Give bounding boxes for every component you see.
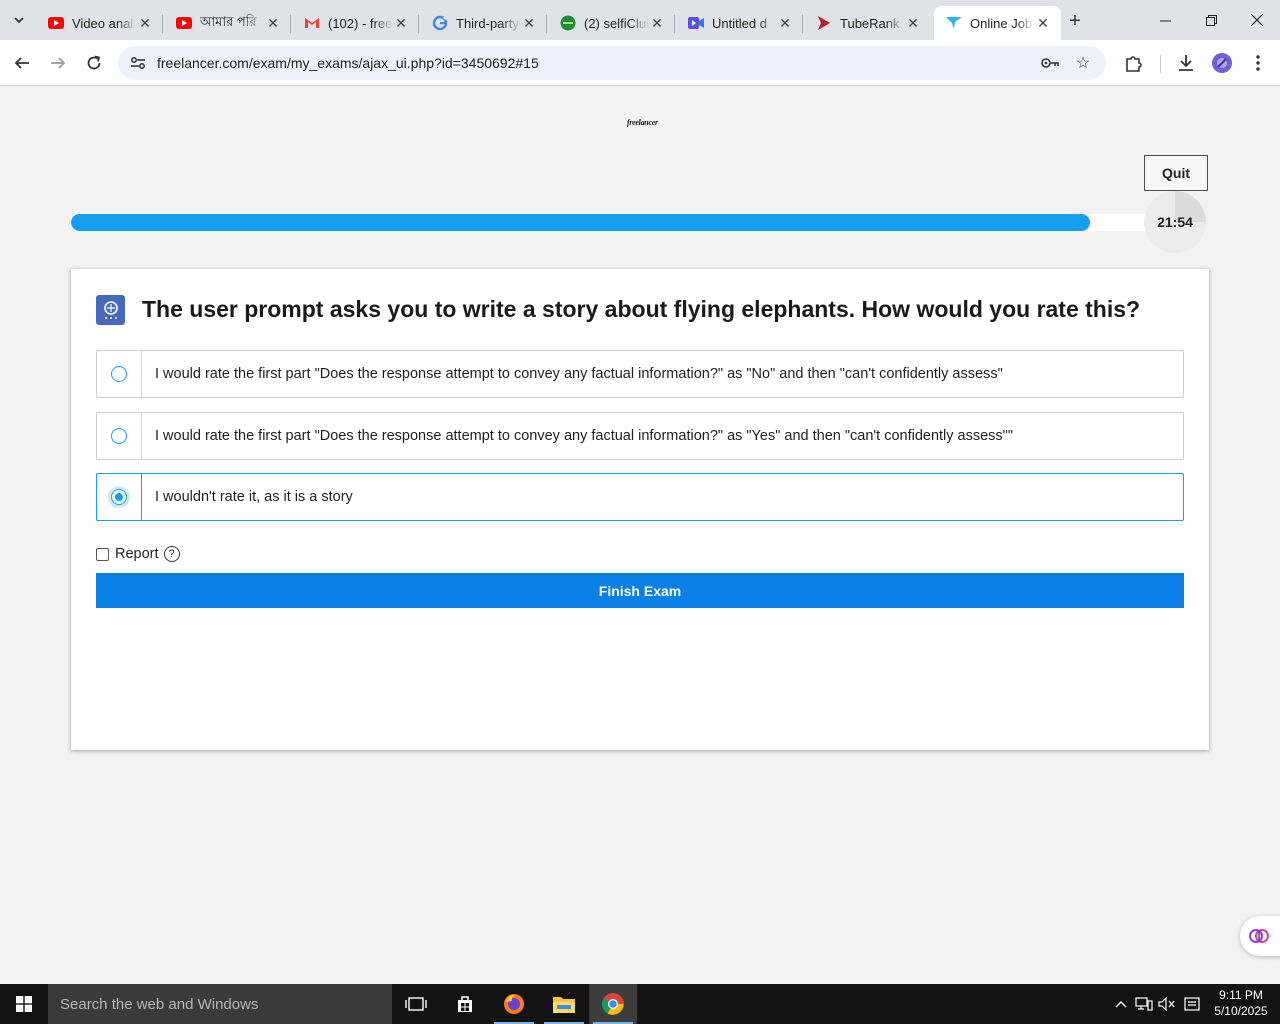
- selficlub-icon: [560, 15, 576, 31]
- floating-brain-widget-icon[interactable]: [1240, 916, 1280, 956]
- youtube-icon: [176, 15, 192, 31]
- windows-taskbar: Search the web and Windows 9:11 PM 5/10/…: [0, 984, 1280, 1024]
- tab-close-icon[interactable]: ✕: [521, 15, 537, 31]
- radio-button-selected[interactable]: [111, 489, 127, 505]
- gmail-icon: [304, 15, 320, 31]
- tab-gmail[interactable]: (102) - free ✕: [292, 6, 419, 40]
- tab-online-job[interactable]: Online Job ✕: [934, 6, 1061, 40]
- browser-tab-bar: Video anal ✕ আমার পরি ✕ (102) - free ✕ T…: [0, 0, 1280, 40]
- tab-title: Third-party: [456, 15, 519, 31]
- tab-close-icon[interactable]: ✕: [393, 15, 409, 31]
- taskbar-clock[interactable]: 9:11 PM 5/10/2025: [1205, 987, 1277, 1019]
- tab-title: (2) selfiClub: [584, 15, 649, 31]
- google-icon: [432, 15, 448, 31]
- url-text[interactable]: freelancer.com/exam/my_exams/ajax_ui.php…: [157, 55, 539, 71]
- quit-button[interactable]: Quit: [1144, 155, 1208, 191]
- password-key-icon[interactable]: [1040, 53, 1060, 73]
- file-explorer-icon[interactable]: [540, 984, 588, 1024]
- tab-third-party[interactable]: Third-party ✕: [420, 6, 547, 40]
- download-icon[interactable]: [1174, 51, 1198, 75]
- question-card: The user prompt asks you to write a stor…: [71, 269, 1209, 750]
- tab-title: Untitled d: [712, 15, 767, 31]
- action-center-icon[interactable]: [1181, 984, 1203, 1024]
- forward-arrow-icon[interactable]: [44, 49, 72, 77]
- tab-selficlub[interactable]: (2) selfiClub ✕: [548, 6, 675, 40]
- question-type-icon: [96, 295, 125, 325]
- answer-option-3[interactable]: I wouldn't rate it, as it is a story: [96, 473, 1184, 521]
- help-question-icon[interactable]: ?: [163, 546, 180, 562]
- answer-option-text[interactable]: I would rate the first part "Does the re…: [142, 366, 1003, 382]
- taskbar-search-box[interactable]: Search the web and Windows: [48, 984, 392, 1024]
- tab-title: Online Job: [970, 15, 1033, 31]
- minimize-icon[interactable]: [1142, 6, 1188, 34]
- exam-progress-fill: [71, 214, 1091, 231]
- back-arrow-icon[interactable]: [8, 49, 36, 77]
- freelancer-icon: [946, 15, 962, 31]
- volume-muted-icon[interactable]: [1156, 984, 1178, 1024]
- windows-start-icon[interactable]: [0, 984, 48, 1024]
- chrome-icon[interactable]: [589, 984, 637, 1024]
- extensions-puzzle-icon[interactable]: [1122, 51, 1146, 75]
- tuberank-icon: [816, 15, 832, 31]
- tab-bengali-page[interactable]: আমার পরি ✕: [164, 6, 291, 40]
- menu-kebab-icon[interactable]: [1246, 51, 1270, 75]
- countdown-timer: 21:54: [1144, 191, 1206, 253]
- tab-video-analysis[interactable]: Video anal ✕: [36, 6, 163, 40]
- answer-option-1[interactable]: I would rate the first part "Does the re…: [96, 350, 1184, 398]
- timer-text: 21:54: [1157, 214, 1193, 230]
- tab-tuberank[interactable]: TubeRank ✕: [804, 6, 931, 40]
- tab-search-chevron-icon[interactable]: [6, 8, 32, 32]
- reload-icon[interactable]: [80, 49, 108, 77]
- report-label[interactable]: Report: [115, 546, 159, 562]
- firefox-icon[interactable]: [490, 984, 538, 1024]
- tab-close-icon[interactable]: ✕: [137, 15, 153, 31]
- radio-button[interactable]: [111, 428, 127, 444]
- bookmark-star-icon[interactable]: ☆: [1073, 53, 1093, 73]
- site-settings-icon[interactable]: [128, 53, 148, 73]
- video-icon: [688, 15, 704, 31]
- answer-option-text[interactable]: I wouldn't rate it, as it is a story: [142, 489, 353, 505]
- freelancer-logo[interactable]: freelancer: [627, 118, 658, 127]
- tab-title: আমার পরি: [200, 13, 257, 29]
- tab-close-icon[interactable]: ✕: [649, 15, 665, 31]
- address-bar[interactable]: freelancer.com/exam/my_exams/ajax_ui.php…: [118, 46, 1106, 80]
- tab-close-icon[interactable]: ✕: [777, 15, 793, 31]
- report-row: Report ?: [96, 546, 180, 562]
- tab-title: TubeRank: [840, 15, 900, 31]
- browser-toolbar: freelancer.com/exam/my_exams/ajax_ui.php…: [0, 40, 1280, 86]
- answer-option-2[interactable]: I would rate the first part "Does the re…: [96, 412, 1184, 460]
- task-view-icon[interactable]: [392, 984, 440, 1024]
- tab-title: (102) - free: [328, 15, 393, 31]
- restore-icon[interactable]: [1188, 6, 1234, 34]
- tab-close-icon[interactable]: ✕: [905, 15, 921, 31]
- tab-close-icon[interactable]: ✕: [265, 15, 281, 31]
- radio-cell[interactable]: [97, 413, 142, 459]
- tab-untitled[interactable]: Untitled d ✕: [676, 6, 803, 40]
- tray-chevron-up-icon[interactable]: [1110, 984, 1132, 1024]
- store-icon[interactable]: [441, 984, 489, 1024]
- network-icon[interactable]: [1133, 984, 1155, 1024]
- report-checkbox[interactable]: [96, 547, 109, 561]
- close-window-icon[interactable]: [1234, 6, 1280, 34]
- exam-progress-bar: [71, 214, 1161, 231]
- youtube-icon: [48, 15, 64, 31]
- tab-close-icon[interactable]: ✕: [1035, 15, 1051, 31]
- radio-dot: [115, 493, 123, 501]
- answer-option-text[interactable]: I would rate the first part "Does the re…: [142, 428, 1013, 444]
- radio-button[interactable]: [111, 366, 127, 382]
- radio-cell[interactable]: [97, 351, 142, 397]
- toolbar-divider: [1160, 55, 1161, 73]
- new-tab-plus-icon[interactable]: +: [1063, 9, 1087, 33]
- clock-date: 5/10/2025: [1214, 1004, 1268, 1018]
- radio-cell[interactable]: [97, 474, 142, 520]
- finish-exam-button[interactable]: Finish Exam: [96, 573, 1184, 608]
- question-text: The user prompt asks you to write a stor…: [142, 296, 1141, 322]
- clock-time: 9:11 PM: [1219, 988, 1263, 1002]
- tab-title: Video anal: [72, 15, 134, 31]
- profile-avatar[interactable]: [1210, 51, 1234, 75]
